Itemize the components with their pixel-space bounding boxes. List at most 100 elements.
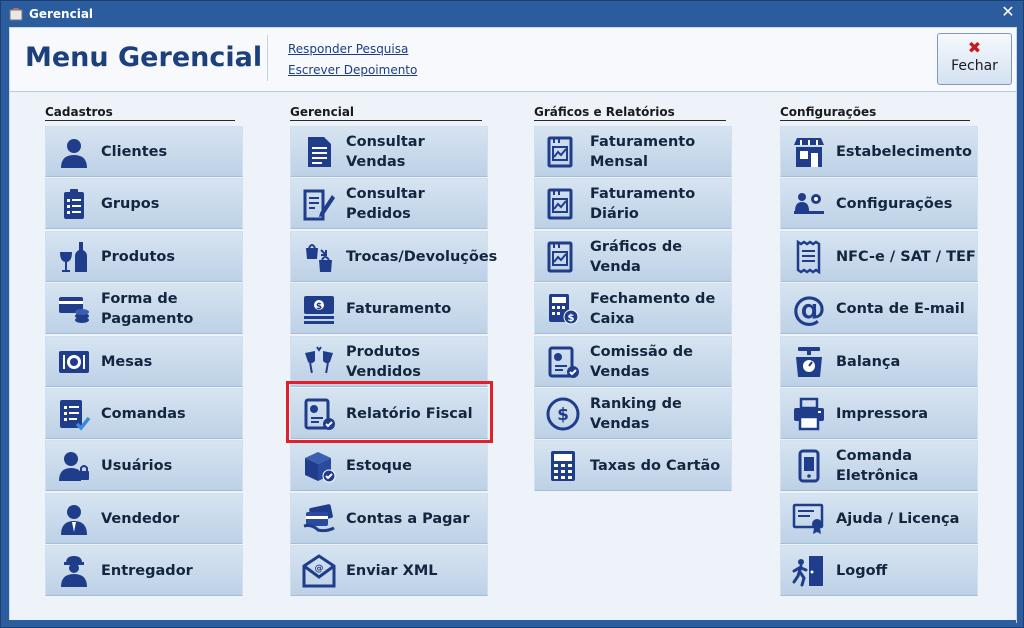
window-close-button[interactable]: ✕ — [999, 4, 1017, 22]
mobile-device-icon — [789, 446, 829, 486]
menu-tile-trocas-devolucoes[interactable]: Trocas/Devoluções — [290, 231, 497, 282]
menu-tile-label: Consultar Pedidos — [346, 185, 425, 222]
menu-tile-faturamento[interactable]: $ Faturamento — [290, 283, 488, 334]
menu-tile-label: Enviar XML — [346, 562, 438, 579]
app-icon — [9, 8, 23, 21]
menu-tile-label: Entregador — [101, 562, 193, 579]
menu-tile-grupos[interactable]: Grupos — [45, 178, 243, 229]
fechar-label: Fechar — [951, 58, 998, 74]
fechar-button[interactable]: ✖ Fechar — [937, 33, 1012, 85]
checklist-icon — [54, 394, 94, 434]
menu-tile-label: Estoque — [346, 457, 412, 474]
plate-cutlery-icon — [54, 342, 94, 382]
main-panel: Menu Gerencial Responder Pesquisa Escrev… — [9, 27, 1017, 623]
menu-tile-consultar-pedidos[interactable]: Consultar Pedidos — [290, 178, 488, 229]
menu-tile-label: Fechamento de Caixa — [590, 290, 716, 327]
menu-tile-comanda-eletronica[interactable]: Comanda Eletrônica — [780, 440, 978, 491]
report-check-icon — [299, 394, 339, 434]
menu-tile-label: Faturamento Mensal — [590, 133, 696, 170]
menu-tile-graficos-de-venda[interactable]: Gráficos de Venda — [534, 231, 732, 282]
column-header: Gerencial — [290, 105, 355, 119]
header: Menu Gerencial Responder Pesquisa Escrev… — [10, 28, 1016, 92]
receipt-icon — [789, 237, 829, 277]
menu-tile-enviar-xml[interactable]: @ Enviar XML — [290, 545, 488, 596]
menu-tile-produtos-vendidos[interactable]: Produtos Vendidos — [290, 336, 488, 387]
menu-tile-label: Comissão de Vendas — [590, 343, 693, 380]
column-divider — [534, 120, 726, 121]
title-bar[interactable]: Gerencial ✕ — [1, 1, 1023, 27]
menu-tile-ajuda-licenca[interactable]: Ajuda / Licença — [780, 493, 978, 544]
money-stack-icon: $ — [299, 289, 339, 329]
menu-tile-label: Gráficos de Venda — [590, 238, 683, 275]
menu-tile-estabelecimento[interactable]: Estabelecimento — [780, 126, 978, 177]
menu-tile-label: Grupos — [101, 195, 160, 212]
menu-tile-entregador[interactable]: Entregador — [45, 545, 243, 596]
menu-tile-relatorio-fiscal[interactable]: Relatório Fiscal — [290, 388, 488, 439]
menu-tile-forma-de-pagamento[interactable]: Forma de Pagamento — [45, 283, 243, 334]
menu-tile-configuracoes[interactable]: Configurações — [780, 178, 978, 229]
menu-tile-impressora[interactable]: Impressora — [780, 388, 978, 439]
column-header: Gráficos e Relatórios — [534, 105, 675, 119]
menu-tile-comissao-de-vendas[interactable]: Comissão de Vendas — [534, 336, 732, 387]
column-divider — [780, 120, 970, 121]
delivery-person-icon — [54, 551, 94, 591]
scale-icon — [789, 342, 829, 382]
menu-tile-logoff[interactable]: Logoff — [780, 545, 978, 596]
menu-tile-nfc-e-sat-tef[interactable]: NFC-e / SAT / TEF — [780, 231, 978, 282]
menu-tile-label: Contas a Pagar — [346, 510, 470, 527]
menu-tile-comandas[interactable]: Comandas — [45, 388, 243, 439]
column-header: Configurações — [780, 105, 877, 119]
menu-tile-usuarios[interactable]: Usuários — [45, 440, 243, 491]
header-divider — [267, 35, 268, 81]
window-bottom-border — [8, 620, 1016, 626]
menu-tile-label: Clientes — [101, 143, 168, 160]
menu-tile-contas-a-pagar[interactable]: Contas a Pagar — [290, 493, 488, 544]
escrever-depoimento-link[interactable]: Escrever Depoimento — [288, 63, 417, 77]
chart-document-icon — [543, 184, 583, 224]
svg-text:$: $ — [316, 302, 322, 312]
menu-tile-faturamento-diario[interactable]: Faturamento Diário — [534, 178, 732, 229]
wine-bottle-icon — [54, 237, 94, 277]
menu-tile-label: Forma de Pagamento — [101, 290, 194, 327]
calculator-icon — [543, 446, 583, 486]
menu-tile-label: Balança — [836, 353, 901, 370]
document-edit-icon — [299, 184, 339, 224]
menu-tile-balanca[interactable]: Balança — [780, 336, 978, 387]
menu-tile-label: Mesas — [101, 353, 153, 370]
menu-tile-conta-de-e-mail[interactable]: @ Conta de E-mail — [780, 283, 978, 334]
menu-tile-faturamento-mensal[interactable]: Faturamento Mensal — [534, 126, 732, 177]
close-icon: ✖ — [967, 38, 982, 57]
menu-tile-label: Produtos — [101, 248, 175, 265]
menu-tile-estoque[interactable]: Estoque — [290, 440, 488, 491]
menu-tile-produtos[interactable]: Produtos — [45, 231, 243, 282]
menu-tile-label: Usuários — [101, 457, 173, 474]
menu-tile-label: Faturamento Diário — [590, 185, 696, 222]
menu-tile-consultar-vendas[interactable]: Consultar Vendas — [290, 126, 488, 177]
menu-tile-label: Ajuda / Licença — [836, 510, 960, 527]
column-header: Cadastros — [45, 105, 113, 119]
svg-text:@: @ — [315, 564, 324, 574]
responder-pesquisa-link[interactable]: Responder Pesquisa — [288, 42, 408, 56]
toast-glasses-icon — [299, 342, 339, 382]
menu-tile-clientes[interactable]: Clientes — [45, 126, 243, 177]
menu-tile-label: Configurações — [836, 195, 953, 212]
shopping-bags-icon — [299, 237, 339, 277]
menu-tile-label: Logoff — [836, 562, 888, 579]
menu-tile-mesas[interactable]: Mesas — [45, 336, 243, 387]
people-settings-icon — [789, 184, 829, 224]
menu-tile-ranking-de-vendas[interactable]: $ Ranking de Vendas — [534, 388, 732, 439]
column-divider — [45, 120, 235, 121]
menu-tile-fechamento-de-caixa[interactable]: $ Fechamento de Caixa — [534, 283, 732, 334]
box-check-icon — [299, 446, 339, 486]
menu-tile-taxas-do-cartao[interactable]: Taxas do Cartão — [534, 440, 732, 491]
window-title: Gerencial — [29, 7, 94, 21]
page-title: Menu Gerencial — [25, 42, 263, 73]
user-lock-icon — [54, 446, 94, 486]
clipboard-list-icon — [54, 184, 94, 224]
menu-tile-label: Ranking de Vendas — [590, 395, 682, 432]
menu-tile-label: Vendedor — [101, 510, 180, 527]
chart-document-icon — [543, 237, 583, 277]
report-check-icon — [543, 342, 583, 382]
column-divider — [290, 120, 482, 121]
menu-tile-vendedor[interactable]: Vendedor — [45, 493, 243, 544]
